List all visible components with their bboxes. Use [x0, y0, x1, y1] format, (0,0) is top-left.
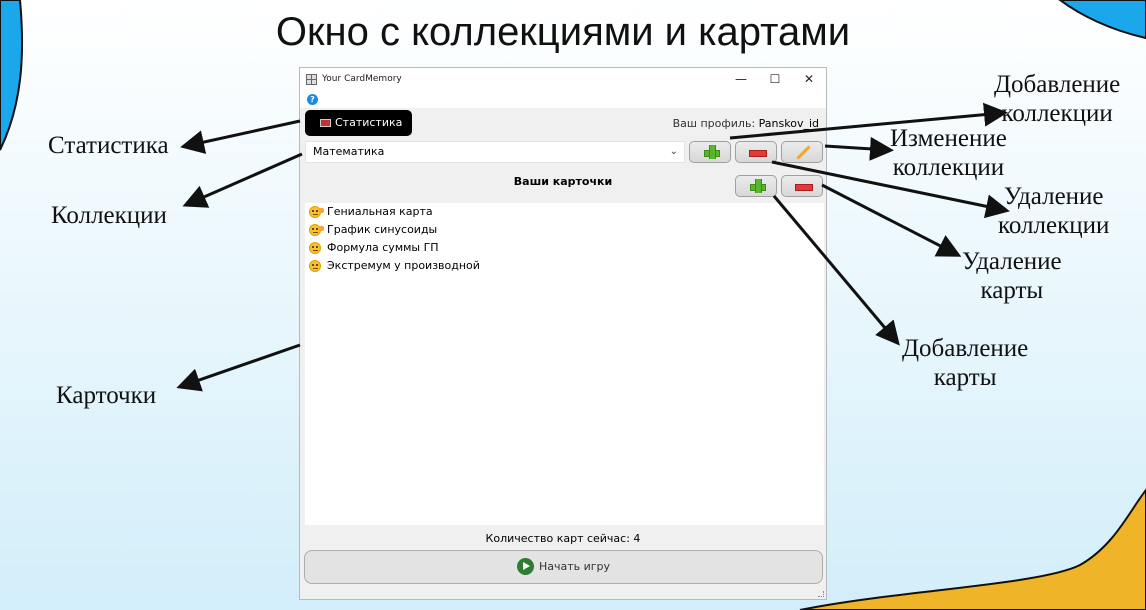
- arrow-collections: [182, 152, 303, 208]
- arrow-add-collection: [729, 102, 1008, 140]
- arrow-statistics: [180, 119, 301, 154]
- arrow-delete-collection: [771, 160, 1010, 219]
- arrow-cards: [176, 343, 301, 392]
- arrow-add-card: [772, 195, 900, 346]
- callout-arrows: [176, 102, 1010, 392]
- arrow-edit-collection: [824, 136, 894, 161]
